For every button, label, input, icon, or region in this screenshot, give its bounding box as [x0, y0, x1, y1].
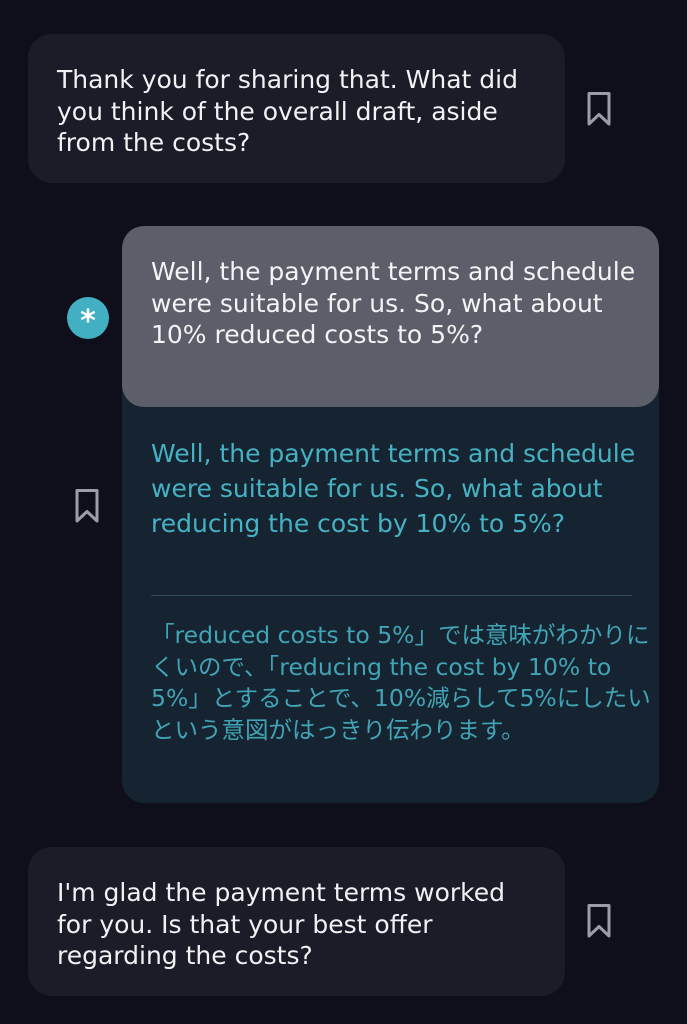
assistant-message: I'm glad the payment terms worked for yo… [28, 847, 565, 996]
assistant-message: Thank you for sharing that. What did you… [28, 34, 565, 183]
bookmark-icon[interactable] [586, 91, 612, 127]
assistant-message-text: I'm glad the payment terms worked for yo… [57, 878, 505, 970]
assistant-message-text: Thank you for sharing that. What did you… [57, 65, 518, 157]
user-message-text: Well, the payment terms and schedule wer… [151, 257, 636, 349]
correction-explanation: 「reduced costs to 5%」では意味がわかりにくいので、「redu… [151, 621, 651, 744]
bookmark-icon[interactable] [586, 903, 612, 939]
corrected-sentence: Well, the payment terms and schedule wer… [151, 439, 636, 538]
divider [151, 595, 632, 596]
bookmark-icon[interactable] [74, 488, 100, 524]
user-message: Well, the payment terms and schedule wer… [122, 226, 659, 407]
correction-card: Well, the payment terms and schedule wer… [122, 226, 659, 803]
tutor-avatar-icon: * [67, 297, 109, 339]
